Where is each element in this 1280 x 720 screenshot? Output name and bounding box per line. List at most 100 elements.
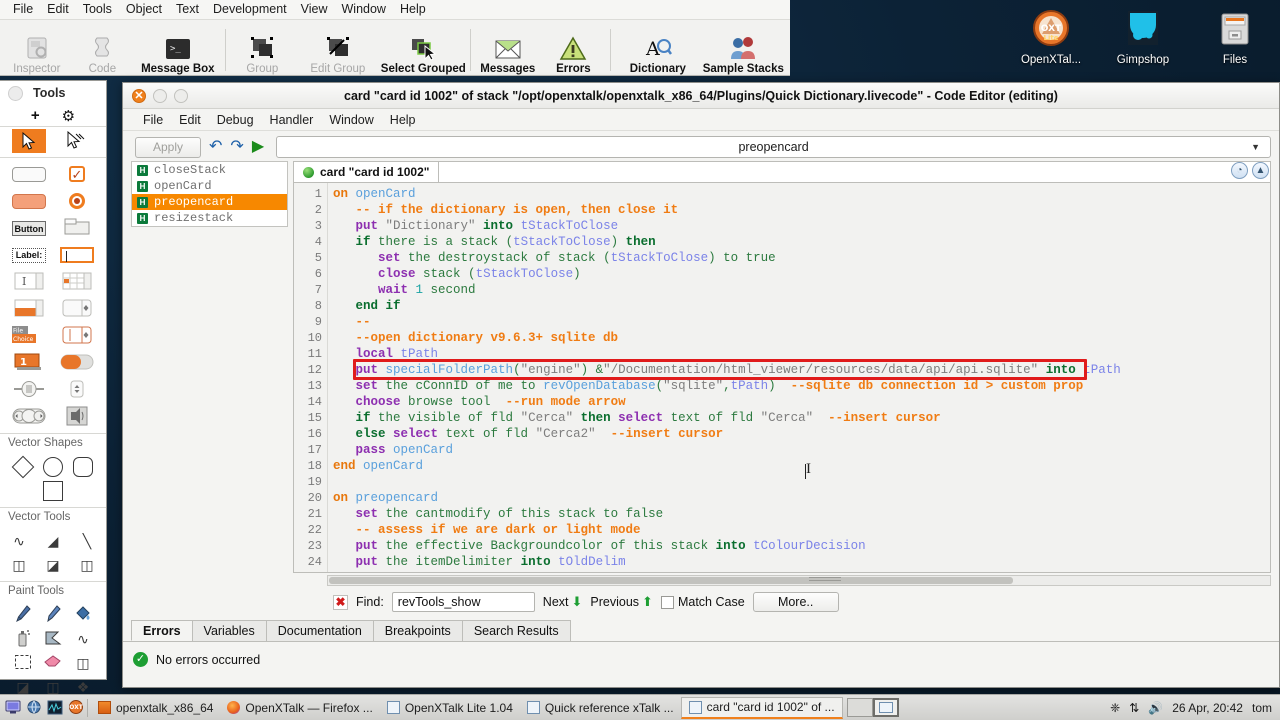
vector-polygon-tool[interactable]: ◢ xyxy=(41,531,65,551)
ced-menu-edit[interactable]: Edit xyxy=(171,113,209,127)
code-line[interactable]: end openCard xyxy=(333,458,1270,474)
ced-menu-debug[interactable]: Debug xyxy=(209,113,262,127)
task-firefox[interactable]: OpenXTalk — Firefox ... xyxy=(220,697,379,719)
code-line[interactable]: pass openCard xyxy=(333,442,1270,458)
code-line[interactable]: set the cConnID of me to revOpenDatabase… xyxy=(333,378,1270,394)
menu-text[interactable]: Text xyxy=(169,0,206,19)
shape-square[interactable] xyxy=(41,481,65,501)
handler-list-item-selected[interactable]: H preopencard xyxy=(132,194,287,210)
toolbar-button-errors[interactable]: Errors xyxy=(541,23,607,75)
code-line[interactable]: -- assess if we are dark or light mode xyxy=(333,522,1270,538)
find-next-button[interactable]: Next ⬇ xyxy=(543,594,583,610)
code-line[interactable]: set the destroystack of stack (tStackToC… xyxy=(333,250,1270,266)
tool-table-field[interactable] xyxy=(59,272,95,292)
network-updown-icon[interactable]: ⇅ xyxy=(1129,701,1139,715)
menu-development[interactable]: Development xyxy=(206,0,294,19)
apply-button[interactable]: Apply xyxy=(135,136,201,158)
tool-spinner[interactable] xyxy=(59,380,95,400)
tool-rounded-rect[interactable] xyxy=(11,164,47,184)
handler-list-item[interactable]: H resizestack xyxy=(132,210,287,226)
recent-clock-icon[interactable]: ◔ xyxy=(1231,162,1248,179)
task-openxtalk-lite[interactable]: OpenXTalk Lite 1.04 xyxy=(380,697,520,719)
volume-icon[interactable]: 🔊 xyxy=(1148,701,1163,715)
handler-select[interactable]: preopencard ▼ xyxy=(276,136,1271,158)
dropbox-icon[interactable]: ❈ xyxy=(1110,701,1120,715)
code-line[interactable]: set the cantmodify of this stack to fals… xyxy=(333,506,1270,522)
paint-polygon-tool[interactable] xyxy=(42,629,64,649)
gear-icon[interactable]: ⚙ xyxy=(62,107,75,125)
vector-send-back[interactable]: ◪ xyxy=(41,555,65,575)
toolbar-button-select-grouped[interactable]: Select Grouped xyxy=(381,23,466,75)
tool-radio-button[interactable] xyxy=(59,191,95,211)
code-line[interactable]: put specialFolderPath("engine") &"/Docum… xyxy=(333,362,1270,378)
find-input[interactable]: revTools_show xyxy=(391,592,535,612)
shape-circle[interactable] xyxy=(41,457,65,477)
paint-curve-tool[interactable]: ∿ xyxy=(72,629,94,649)
toolbar-button-group[interactable]: Group xyxy=(230,23,296,75)
tool-scrolling-field[interactable]: I xyxy=(11,272,47,292)
desktop-icon-files[interactable]: Files xyxy=(1196,6,1274,66)
code-line[interactable]: -- xyxy=(333,314,1270,330)
vector-layers[interactable]: ◫ xyxy=(75,555,99,575)
run-icon[interactable]: ▶ xyxy=(252,139,264,155)
paint-spray-tool[interactable] xyxy=(12,629,34,649)
tool-button[interactable]: Button xyxy=(11,218,47,238)
code-horizontal-scrollbar[interactable] xyxy=(327,575,1271,586)
ced-menu-window[interactable]: Window xyxy=(321,113,381,127)
code-line[interactable]: put the effective Backgroundcolor of thi… xyxy=(333,538,1270,554)
tab-variables[interactable]: Variables xyxy=(191,620,267,641)
task-quick-reference[interactable]: Quick reference xTalk ... xyxy=(520,697,681,719)
workspace-page-1[interactable] xyxy=(846,698,873,717)
tool-scrollbar-numeric[interactable]: 1 xyxy=(11,353,47,373)
shape-diamond[interactable] xyxy=(11,455,35,479)
match-case-checkbox[interactable]: Match Case xyxy=(660,595,745,609)
toolbar-button-dictionary[interactable]: A Dictionary xyxy=(615,23,700,75)
tool-combo-box[interactable] xyxy=(59,326,95,346)
task-card-editor[interactable]: card "card id 1002" of ... xyxy=(680,696,843,719)
openxtalk-lite-icon[interactable]: OXT xyxy=(67,699,84,716)
code-line[interactable]: if the visible of fld "Cerca" then selec… xyxy=(333,410,1270,426)
desktop-icon-gimpshop[interactable]: Gimpshop xyxy=(1104,6,1182,66)
vector-line-tool[interactable]: ╲ xyxy=(75,531,99,551)
code-line[interactable]: end if xyxy=(333,298,1270,314)
code-line[interactable]: local tPath xyxy=(333,346,1270,362)
clock[interactable]: 26 Apr, 20:42 xyxy=(1172,701,1243,715)
menu-file[interactable]: File xyxy=(6,0,40,19)
collapse-up-icon[interactable]: ▲ xyxy=(1252,162,1269,179)
menu-view[interactable]: View xyxy=(294,0,335,19)
user-name[interactable]: tom xyxy=(1252,701,1272,715)
tool-label-field[interactable]: Label: xyxy=(11,245,47,265)
code-line[interactable]: put "Dictionary" into tStackToClose xyxy=(333,218,1270,234)
paint-pencil-tool[interactable] xyxy=(12,604,34,625)
code-line[interactable]: if there is a stack (tStackToClose) then xyxy=(333,234,1270,250)
toolbar-button-inspector[interactable]: Inspector xyxy=(4,23,70,75)
tool-player[interactable] xyxy=(59,406,95,427)
code-line[interactable]: choose browse tool --run mode arrow xyxy=(333,394,1270,410)
tool-stepper[interactable] xyxy=(59,299,95,319)
tool-option-menu[interactable]: File Choice xyxy=(11,325,47,346)
toolbar-button-code[interactable]: Code xyxy=(70,23,136,75)
ced-menu-file[interactable]: File xyxy=(135,113,171,127)
ced-menu-handler[interactable]: Handler xyxy=(262,113,322,127)
paint-bring-front[interactable]: ◫ xyxy=(72,653,94,673)
tab-breakpoints[interactable]: Breakpoints xyxy=(372,620,463,641)
tab-documentation[interactable]: Documentation xyxy=(265,620,374,641)
desktop-icon-openxtalk-lite[interactable]: OXT Lite OpenXTal... xyxy=(1012,6,1090,66)
tool-pointer[interactable] xyxy=(11,129,47,153)
palette-close-icon[interactable] xyxy=(8,85,23,101)
tab-errors[interactable]: Errors xyxy=(131,620,193,641)
tool-switch[interactable] xyxy=(59,353,95,373)
workspace-page-2[interactable] xyxy=(872,698,899,717)
tool-slider[interactable] xyxy=(11,380,47,400)
vector-bring-front[interactable]: ◫ xyxy=(7,555,31,575)
paint-eraser-tool[interactable] xyxy=(42,653,64,673)
close-find-icon[interactable]: ✖ xyxy=(333,594,348,610)
undo-icon[interactable]: ↶ xyxy=(209,139,222,155)
handler-list[interactable]: H closeStack H openCard H preopencard H … xyxy=(131,161,288,227)
code-line[interactable]: on openCard xyxy=(333,186,1270,202)
ced-menu-help[interactable]: Help xyxy=(382,113,424,127)
code-line[interactable]: put the itemDelimiter into tOldDelim xyxy=(333,554,1270,570)
tab-search-results[interactable]: Search Results xyxy=(461,620,571,641)
splitter-grip[interactable] xyxy=(809,575,841,583)
tool-player-scrollbar[interactable] xyxy=(11,407,47,427)
